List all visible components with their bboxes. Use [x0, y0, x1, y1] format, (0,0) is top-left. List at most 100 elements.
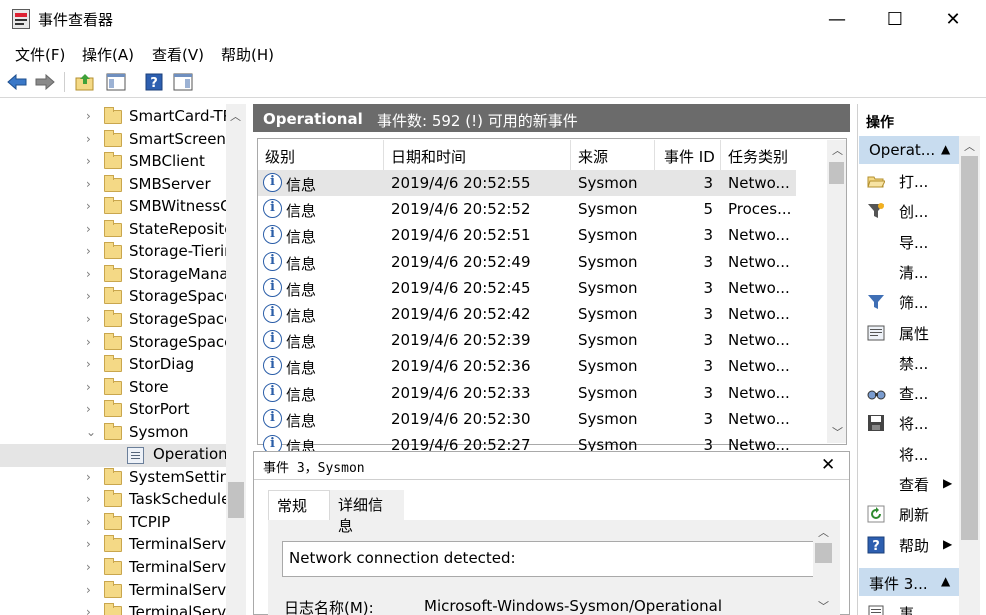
chevron-right-icon[interactable]: ›: [86, 537, 91, 551]
chevron-right-icon[interactable]: ›: [86, 267, 91, 281]
tree-item[interactable]: › TerminalServi: [0, 534, 226, 557]
event-row[interactable]: i 信息 2019/4/6 20:52:55 Sysmon 3 Netwo...: [258, 170, 796, 197]
actions-scroll-thumb[interactable]: [961, 156, 978, 540]
event-row[interactable]: i 信息 2019/4/6 20:52:30 Sysmon 3 Netwo...: [258, 406, 796, 432]
detail-scroll-thumb[interactable]: [815, 543, 832, 563]
tree-item[interactable]: › StorageSpace: [0, 309, 226, 332]
tree-item[interactable]: › SmartScreen: [0, 129, 226, 152]
actions-group-operational[interactable]: Operat... ▲: [859, 136, 959, 164]
event-row[interactable]: i 信息 2019/4/6 20:52:42 Sysmon 3 Netwo...: [258, 301, 796, 327]
action-item[interactable]: 查看 ▶: [859, 469, 959, 499]
minimize-button[interactable]: —: [808, 0, 866, 38]
chevron-right-icon[interactable]: ›: [86, 109, 91, 123]
column-header-task-category[interactable]: 任务类别: [728, 146, 788, 167]
actions-scroll-up-icon[interactable]: ︿: [964, 138, 975, 154]
action-item[interactable]: 查...: [859, 378, 959, 408]
menu-help[interactable]: 帮助(H): [221, 44, 274, 65]
action-item[interactable]: 筛...: [859, 287, 959, 317]
maximize-button[interactable]: ☐: [866, 0, 924, 38]
expand-down-icon[interactable]: ⌄: [86, 425, 96, 439]
forward-button[interactable]: [34, 71, 56, 93]
events-scroll-down-icon[interactable]: ﹀: [832, 424, 843, 440]
tab-general[interactable]: 常规: [268, 490, 330, 520]
action-item[interactable]: 清...: [859, 257, 959, 287]
chevron-right-icon[interactable]: ›: [86, 312, 91, 326]
tree-item[interactable]: › StorageSpace: [0, 332, 226, 355]
detail-scroll-down-icon[interactable]: ﹀: [818, 598, 829, 614]
chevron-right-icon[interactable]: ›: [86, 132, 91, 146]
action-item[interactable]: 属性: [859, 318, 959, 348]
tree-item[interactable]: › TerminalServi: [0, 602, 226, 615]
column-divider[interactable]: [383, 140, 384, 170]
tree-item[interactable]: › TerminalServi: [0, 580, 226, 603]
detail-scroll-up-icon[interactable]: ︿: [818, 524, 829, 540]
column-header-source[interactable]: 来源: [578, 146, 608, 167]
tree-scroll-thumb[interactable]: [228, 482, 244, 518]
chevron-right-icon[interactable]: ›: [86, 357, 91, 371]
back-button[interactable]: [6, 71, 28, 93]
chevron-right-icon[interactable]: ›: [86, 244, 91, 258]
up-level-button[interactable]: [74, 71, 96, 93]
chevron-right-icon[interactable]: ›: [86, 402, 91, 416]
tree-item[interactable]: › StorageManag: [0, 264, 226, 287]
tree-item[interactable]: › SMBWitnessC: [0, 196, 226, 219]
tree-item[interactable]: › TCPIP: [0, 512, 226, 535]
action-item[interactable]: 禁...: [859, 348, 959, 378]
tree-item[interactable]: › SmartCard-TP: [0, 106, 226, 129]
column-header-level[interactable]: 级别: [265, 146, 295, 167]
tree-item[interactable]: › StorPort: [0, 399, 226, 422]
menu-file[interactable]: 文件(F): [15, 44, 65, 65]
tree-item[interactable]: › SMBClient: [0, 151, 226, 174]
tree-item[interactable]: Operationa: [0, 444, 226, 467]
event-row[interactable]: i 信息 2019/4/6 20:52:52 Sysmon 5 Proces...: [258, 196, 796, 222]
chevron-right-icon[interactable]: ›: [86, 199, 91, 213]
column-divider[interactable]: [720, 140, 721, 170]
event-row[interactable]: i 信息 2019/4/6 20:52:39 Sysmon 3 Netwo...: [258, 327, 796, 353]
column-header-event-id[interactable]: 事件 ID: [664, 146, 715, 167]
tree-item[interactable]: ⌄ Sysmon: [0, 422, 226, 445]
chevron-right-icon[interactable]: ›: [86, 515, 91, 529]
actions-group-event[interactable]: 事件 3... ▲: [859, 568, 959, 596]
chevron-right-icon[interactable]: ›: [86, 154, 91, 168]
column-divider[interactable]: [570, 140, 571, 170]
event-row[interactable]: i 信息 2019/4/6 20:52:51 Sysmon 3 Netwo...: [258, 222, 796, 248]
tree-item[interactable]: › SMBServer: [0, 174, 226, 197]
action-event-properties[interactable]: 事: [859, 598, 959, 615]
event-row[interactable]: i 信息 2019/4/6 20:52:36 Sysmon 3 Netwo...: [258, 353, 796, 379]
chevron-right-icon[interactable]: ›: [86, 605, 91, 615]
chevron-right-icon[interactable]: ›: [86, 470, 91, 484]
event-row[interactable]: i 信息 2019/4/6 20:52:45 Sysmon 3 Netwo...: [258, 275, 796, 301]
tab-details[interactable]: 详细信息: [330, 490, 404, 535]
tree-item[interactable]: › Storage-Tierir: [0, 241, 226, 264]
tree-item[interactable]: › Store: [0, 377, 226, 400]
tree-item[interactable]: › TerminalServi: [0, 557, 226, 580]
tree-scroll-up-icon[interactable]: ︿: [230, 108, 241, 124]
events-scrollbar[interactable]: [827, 140, 846, 443]
events-scroll-thumb[interactable]: [829, 162, 844, 184]
action-item[interactable]: 将...: [859, 439, 959, 469]
chevron-right-icon[interactable]: ›: [86, 335, 91, 349]
column-divider[interactable]: [654, 140, 655, 170]
event-row[interactable]: i 信息 2019/4/6 20:52:33 Sysmon 3 Netwo...: [258, 380, 796, 406]
action-item[interactable]: 刷新: [859, 499, 959, 529]
tree-item[interactable]: › StorageSpace: [0, 286, 226, 309]
menu-view[interactable]: 查看(V): [152, 44, 204, 65]
show-hide-tree-button[interactable]: [105, 71, 127, 93]
menu-action[interactable]: 操作(A): [82, 44, 134, 65]
action-item[interactable]: 导...: [859, 227, 959, 257]
chevron-right-icon[interactable]: ›: [86, 380, 91, 394]
tree-item[interactable]: › StateReposito: [0, 219, 226, 242]
action-item[interactable]: 将...: [859, 408, 959, 438]
chevron-right-icon[interactable]: ›: [86, 222, 91, 236]
event-row[interactable]: i 信息 2019/4/6 20:52:49 Sysmon 3 Netwo...: [258, 249, 796, 275]
tree-item[interactable]: › StorDiag: [0, 354, 226, 377]
close-detail-icon[interactable]: ✕: [821, 455, 835, 475]
action-item[interactable]: 打...: [859, 166, 959, 196]
tree-item[interactable]: › SystemSettinç: [0, 467, 226, 490]
close-button[interactable]: ✕: [924, 0, 982, 38]
action-item[interactable]: 创...: [859, 196, 959, 226]
tree-item[interactable]: › TaskSchedule: [0, 489, 226, 512]
tree-scrollbar[interactable]: [226, 104, 246, 615]
action-item[interactable]: ? 帮助 ▶: [859, 530, 959, 560]
show-hide-action-button[interactable]: [172, 71, 194, 93]
